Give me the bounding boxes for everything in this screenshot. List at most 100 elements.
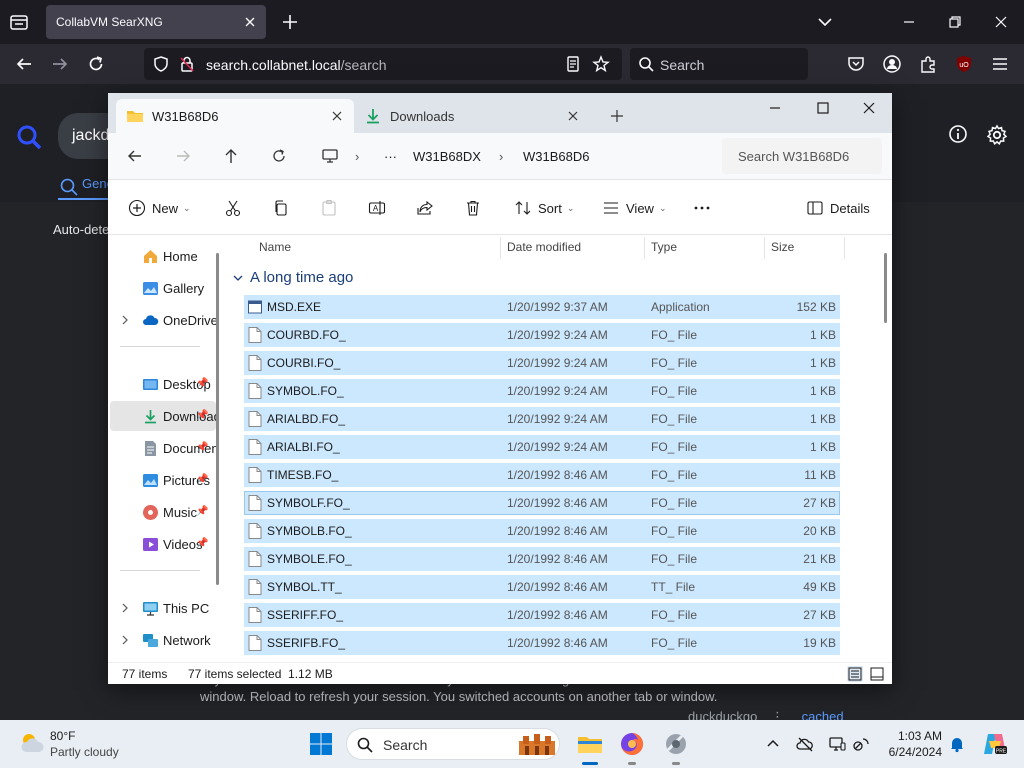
maximize-icon[interactable]	[816, 101, 830, 115]
partly-cloudy-icon[interactable]	[18, 730, 46, 756]
nav-item-documents[interactable]: Documents 📌	[110, 433, 217, 463]
bookmark-star-icon[interactable]	[592, 55, 610, 73]
minimize-icon[interactable]	[768, 101, 782, 115]
file-list-scrollbar[interactable]	[884, 253, 887, 323]
up-icon[interactable]	[222, 147, 240, 165]
weather-desc[interactable]: Partly cloudy	[50, 745, 119, 759]
gear-icon[interactable]	[986, 124, 1008, 146]
group-header[interactable]: A long time ago	[232, 269, 353, 286]
back-icon[interactable]	[126, 147, 144, 165]
new-button[interactable]: New ⌄	[128, 198, 191, 218]
shield-icon[interactable]	[152, 55, 170, 73]
close-tab-icon[interactable]	[242, 14, 258, 30]
file-row[interactable]: SSERIFB.FO_ 1/20/1992 8:46 AM FO_ File 19 K…	[244, 631, 840, 655]
nav-item-gallery[interactable]: Gallery	[110, 273, 216, 303]
info-icon[interactable]	[948, 124, 968, 144]
column-divider[interactable]	[764, 237, 765, 259]
chevron-up-icon[interactable]	[764, 735, 782, 753]
sort-button[interactable]: Sort ⌄	[514, 198, 574, 218]
details-pane-button[interactable]: Details	[806, 198, 870, 218]
restore-icon[interactable]	[946, 13, 964, 31]
close-tab-icon[interactable]	[566, 109, 580, 123]
file-row[interactable]: MSD.EXE 1/20/1992 9:37 AM Application 152 K…	[244, 295, 840, 319]
account-icon[interactable]	[882, 54, 902, 74]
new-tab-icon[interactable]	[280, 12, 300, 32]
forward-icon[interactable]	[50, 54, 70, 74]
app-icon[interactable]	[662, 730, 690, 758]
column-date-modified[interactable]: Date modified	[507, 240, 581, 254]
file-row[interactable]: TIMESB.FO_ 1/20/1992 8:46 AM FO_ File 11 KB	[244, 463, 840, 487]
this-pc-icon[interactable]	[321, 147, 339, 165]
extensions-icon[interactable]	[918, 54, 938, 74]
tiles-view-icon[interactable]	[869, 666, 885, 682]
breadcrumb-more-icon[interactable]: ···	[384, 149, 397, 164]
column-size[interactable]: Size	[771, 240, 794, 254]
onedrive-offline-icon[interactable]	[796, 735, 814, 753]
expand-chevron-icon[interactable]	[120, 635, 130, 645]
file-row[interactable]: ARIALBD.FO_ 1/20/1992 9:24 AM FO_ File 1 KB	[244, 407, 840, 431]
file-row[interactable]: SYMBOLE.FO_ 1/20/1992 8:46 AM FO_ File 21 K…	[244, 547, 840, 571]
firefox-icon[interactable]	[618, 730, 646, 758]
ublock-icon[interactable]: uO	[954, 54, 974, 74]
explorer-search-input[interactable]: Search W31B68D6	[722, 138, 882, 174]
start-icon[interactable]	[309, 732, 333, 756]
close-tab-icon[interactable]	[330, 109, 344, 123]
view-button[interactable]: View ⌄	[602, 198, 667, 218]
nav-item-videos[interactable]: Videos 📌	[110, 529, 216, 559]
breadcrumb-w31b68d6[interactable]: W31B68D6	[523, 149, 589, 164]
close-window-icon[interactable]	[992, 13, 1010, 31]
delete-icon[interactable]	[464, 199, 482, 217]
copy-icon[interactable]	[272, 199, 290, 217]
explorer-tab-downloads[interactable]: Downloads	[354, 99, 590, 133]
clock-date[interactable]: 6/24/2024	[880, 745, 942, 759]
browser-search-field[interactable]: Search	[630, 48, 808, 80]
minimize-icon[interactable]	[900, 13, 918, 31]
nav-scrollbar[interactable]	[216, 253, 219, 585]
weather-temp[interactable]: 80°F	[50, 729, 75, 743]
display-icon[interactable]	[828, 735, 846, 753]
cut-icon[interactable]	[224, 199, 242, 217]
nav-item-desktop[interactable]: Desktop 📌	[110, 369, 216, 399]
nav-item-network[interactable]: Network	[110, 625, 216, 655]
url-bar[interactable]: search.collabnet.local/search	[144, 48, 622, 80]
menu-icon[interactable]	[990, 54, 1010, 74]
file-row[interactable]: COURBD.FO_ 1/20/1992 9:24 AM FO_ File 1 KB	[244, 323, 840, 347]
notification-bell-icon[interactable]	[948, 735, 966, 753]
paste-icon[interactable]	[320, 199, 338, 217]
file-row[interactable]: SYMBOLF.FO_ 1/20/1992 8:46 AM FO_ File 27 K…	[244, 491, 840, 515]
reload-icon[interactable]	[86, 54, 106, 74]
taskbar-search[interactable]: Search	[346, 728, 560, 760]
file-row[interactable]: SSERIFF.FO_ 1/20/1992 8:46 AM FO_ File 27 K…	[244, 603, 840, 627]
nav-item-home[interactable]: Home	[110, 241, 216, 271]
searxng-logo-icon[interactable]	[16, 124, 42, 150]
copilot-icon[interactable]: PRE	[982, 732, 1008, 756]
refresh-icon[interactable]	[270, 147, 288, 165]
breadcrumb-chevron-icon[interactable]: ›	[499, 149, 503, 164]
close-window-icon[interactable]	[862, 101, 876, 115]
network-status-icon[interactable]	[852, 735, 870, 753]
add-tab-icon[interactable]	[610, 109, 624, 123]
expand-chevron-icon[interactable]	[120, 603, 130, 613]
file-row[interactable]: SYMBOL.TT_ 1/20/1992 8:46 AM TT_ File 49 KB	[244, 575, 840, 599]
column-type[interactable]: Type	[651, 240, 677, 254]
details-view-icon[interactable]	[847, 666, 863, 682]
nav-item-onedrive[interactable]: OneDrive	[110, 305, 217, 335]
more-options-icon[interactable]	[693, 199, 711, 217]
column-name[interactable]: Name	[259, 240, 291, 254]
explorer-tab-w31b68d6[interactable]: W31B68D6	[116, 99, 354, 133]
list-all-tabs-icon[interactable]	[816, 13, 834, 31]
rename-icon[interactable]: A	[368, 199, 386, 217]
breadcrumb-chevron-icon[interactable]: ›	[355, 149, 359, 164]
file-row[interactable]: COURBI.FO_ 1/20/1992 9:24 AM FO_ File 1 KB	[244, 351, 840, 375]
pocket-icon[interactable]	[846, 54, 866, 74]
file-row[interactable]: SYMBOLB.FO_ 1/20/1992 8:46 AM FO_ File 20 K…	[244, 519, 840, 543]
share-icon[interactable]	[416, 199, 434, 217]
tab-list-icon[interactable]	[8, 11, 30, 33]
expand-chevron-icon[interactable]	[120, 315, 130, 325]
file-row[interactable]: ARIALBI.FO_ 1/20/1992 9:24 AM FO_ File 1 KB	[244, 435, 840, 459]
forward-icon[interactable]	[174, 147, 192, 165]
reader-view-icon[interactable]	[564, 55, 582, 73]
column-divider[interactable]	[844, 237, 845, 259]
breadcrumb-w31b68dx[interactable]: W31B68DX	[413, 149, 481, 164]
column-divider[interactable]	[644, 237, 645, 259]
